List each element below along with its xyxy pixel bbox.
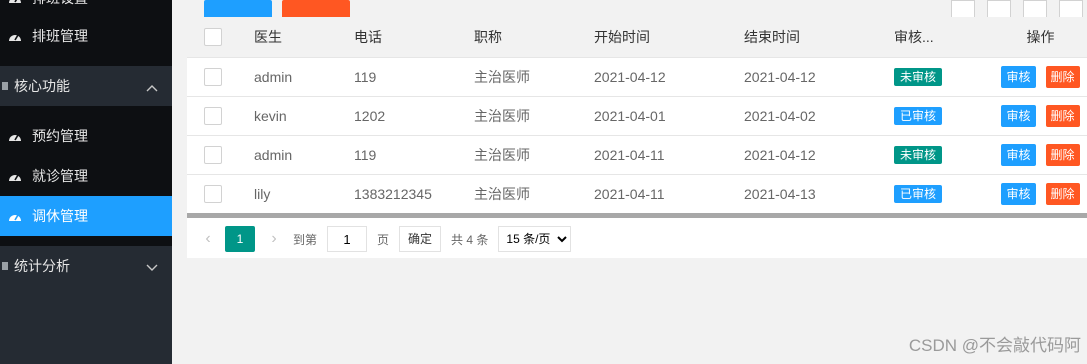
table-row: admin 119 主治医师 2021-04-12 2021-04-12 未审核 审核 删除 (187, 57, 1087, 96)
goto-label: 到第 (293, 232, 318, 247)
delete-button[interactable]: 删除 (1045, 182, 1080, 205)
watermark: CSDN @不会敲代码阿 (908, 336, 1081, 355)
audit-button[interactable]: 审核 (1001, 143, 1036, 166)
cell-status: 未审核 (894, 135, 984, 174)
sidebar-item-visit[interactable]: 就诊管理 (0, 156, 172, 196)
cell-title: 主治医师 (474, 107, 530, 124)
cell-title: 主治医师 (474, 68, 530, 85)
cell-actions: 审核 删除 (984, 174, 1087, 213)
bullet-icon (0, 79, 10, 93)
sidebar-group-label: 核心功能 (14, 78, 70, 94)
cell-end: 2021-04-12 (744, 146, 816, 163)
cell-start: 2021-04-11 (594, 185, 665, 202)
cell-end: 2021-04-02 (744, 107, 816, 124)
cell-start: 2021-04-11 (594, 146, 665, 163)
next-page-icon[interactable]: › (263, 230, 285, 248)
current-page[interactable]: 1 (225, 226, 255, 252)
status-badge: 未审核 (894, 67, 943, 86)
row-checkbox[interactable] (204, 184, 222, 203)
cell-start: 2021-04-01 (594, 107, 666, 124)
col-header-title[interactable]: 职称 (474, 17, 594, 57)
select-all-checkbox[interactable] (204, 27, 222, 46)
sidebar-group-core[interactable]: 核心功能 (0, 66, 172, 106)
cell-status: 未审核 (894, 57, 984, 96)
table-row: kevin 1202 主治医师 2021-04-01 2021-04-02 已审核 审核 删除 (187, 96, 1087, 135)
dashboard-icon (8, 29, 22, 43)
cell-phone: 1383212345 (354, 185, 432, 202)
goto-confirm-button[interactable]: 确定 (399, 226, 442, 252)
row-checkbox[interactable] (204, 67, 222, 86)
sidebar-item-label: 调休管理 (32, 208, 88, 224)
delete-button[interactable]: 删除 (1045, 143, 1080, 166)
sidebar-item-schedule-manage[interactable]: 排班管理 (0, 16, 172, 56)
sidebar-item-label: 排班管理 (32, 28, 88, 44)
bullet-icon (0, 259, 10, 273)
row-checkbox[interactable] (204, 145, 222, 164)
status-badge: 已审核 (894, 106, 943, 125)
page-unit-label: 页 (377, 232, 390, 247)
cell-title: 主治医师 (474, 185, 530, 202)
sidebar-item-label: 预约管理 (32, 128, 88, 144)
table-header-row: 医生 电话 职称 开始时间 结束时间 审核... 操作 (187, 17, 1087, 57)
table-card: 医生 电话 职称 开始时间 结束时间 审核... 操作 admin 119 主治医师… (187, 0, 1087, 258)
sidebar-item-appointment[interactable]: 预约管理 (0, 116, 172, 156)
col-header-actions: 操作 (1026, 28, 1055, 45)
leave-table: 医生 电话 职称 开始时间 结束时间 审核... 操作 admin 119 主治医师… (187, 17, 1087, 213)
cell-doctor: lily (254, 185, 271, 202)
dashboard-icon (8, 129, 22, 143)
status-badge: 已审核 (894, 184, 943, 203)
sidebar: 排班设置 排班管理 核心功能 预约管理 就诊管理 调休管理 统计分析 (0, 0, 172, 364)
cell-phone: 119 (354, 146, 377, 163)
status-badge: 未审核 (894, 145, 943, 164)
col-header-status[interactable]: 审核... (894, 17, 984, 57)
page-size-select[interactable]: 10 条/页15 条/页20 条/页30 条/页 (498, 226, 572, 252)
prev-page-icon[interactable]: ‹ (197, 230, 219, 248)
sidebar-item-leave[interactable]: 调休管理 (0, 196, 172, 236)
sidebar-group-label: 统计分析 (14, 258, 70, 274)
chevron-up-icon (146, 79, 158, 95)
cell-phone: 119 (354, 68, 377, 85)
cell-end: 2021-04-13 (744, 185, 816, 202)
cell-doctor: admin (254, 146, 293, 163)
cell-status: 已审核 (894, 174, 984, 213)
dashboard-icon (8, 169, 22, 183)
col-header-phone[interactable]: 电话 (354, 17, 474, 57)
pagination: ‹ 1 › 到第 页 确定 共 4 条 10 条/页15 条/页20 条/页30… (187, 224, 1087, 254)
col-header-start[interactable]: 开始时间 (594, 17, 744, 57)
col-header-end[interactable]: 结束时间 (744, 17, 894, 57)
cell-actions: 审核 删除 (984, 135, 1087, 174)
delete-button[interactable]: 删除 (1045, 104, 1080, 127)
cell-status: 已审核 (894, 96, 984, 135)
audit-button[interactable]: 审核 (1001, 104, 1036, 127)
sidebar-footer (0, 286, 172, 364)
audit-button[interactable]: 审核 (1001, 65, 1036, 88)
total-count: 共 4 条 (451, 232, 489, 247)
chevron-down-icon (146, 259, 158, 275)
audit-button[interactable]: 审核 (1001, 182, 1036, 205)
cell-phone: 1202 (354, 107, 386, 124)
sidebar-group-stats[interactable]: 统计分析 (0, 246, 172, 286)
goto-page-input[interactable] (327, 226, 368, 252)
table-row: lily 1383212345 主治医师 2021-04-11 2021-04-13 已审… (187, 174, 1087, 213)
cell-actions: 审核 删除 (984, 57, 1087, 96)
cell-actions: 审核 删除 (984, 96, 1087, 135)
cell-doctor: kevin (254, 107, 287, 124)
cell-end: 2021-04-12 (744, 68, 816, 85)
row-checkbox[interactable] (204, 106, 222, 125)
cell-title: 主治医师 (474, 146, 530, 163)
sidebar-item-label: 就诊管理 (32, 168, 88, 184)
horizontal-scrollbar[interactable] (187, 213, 1087, 218)
sidebar-item-label: 排班设置 (32, 0, 88, 8)
col-header-doctor[interactable]: 医生 (254, 17, 354, 57)
cell-start: 2021-04-12 (594, 68, 666, 85)
delete-button[interactable]: 删除 (1045, 65, 1080, 88)
table-row: admin 119 主治医师 2021-04-11 2021-04-12 未审核 审核 删除 (187, 135, 1087, 174)
dashboard-icon (8, 209, 22, 223)
dashboard-icon (8, 0, 22, 5)
cell-doctor: admin (254, 68, 293, 85)
